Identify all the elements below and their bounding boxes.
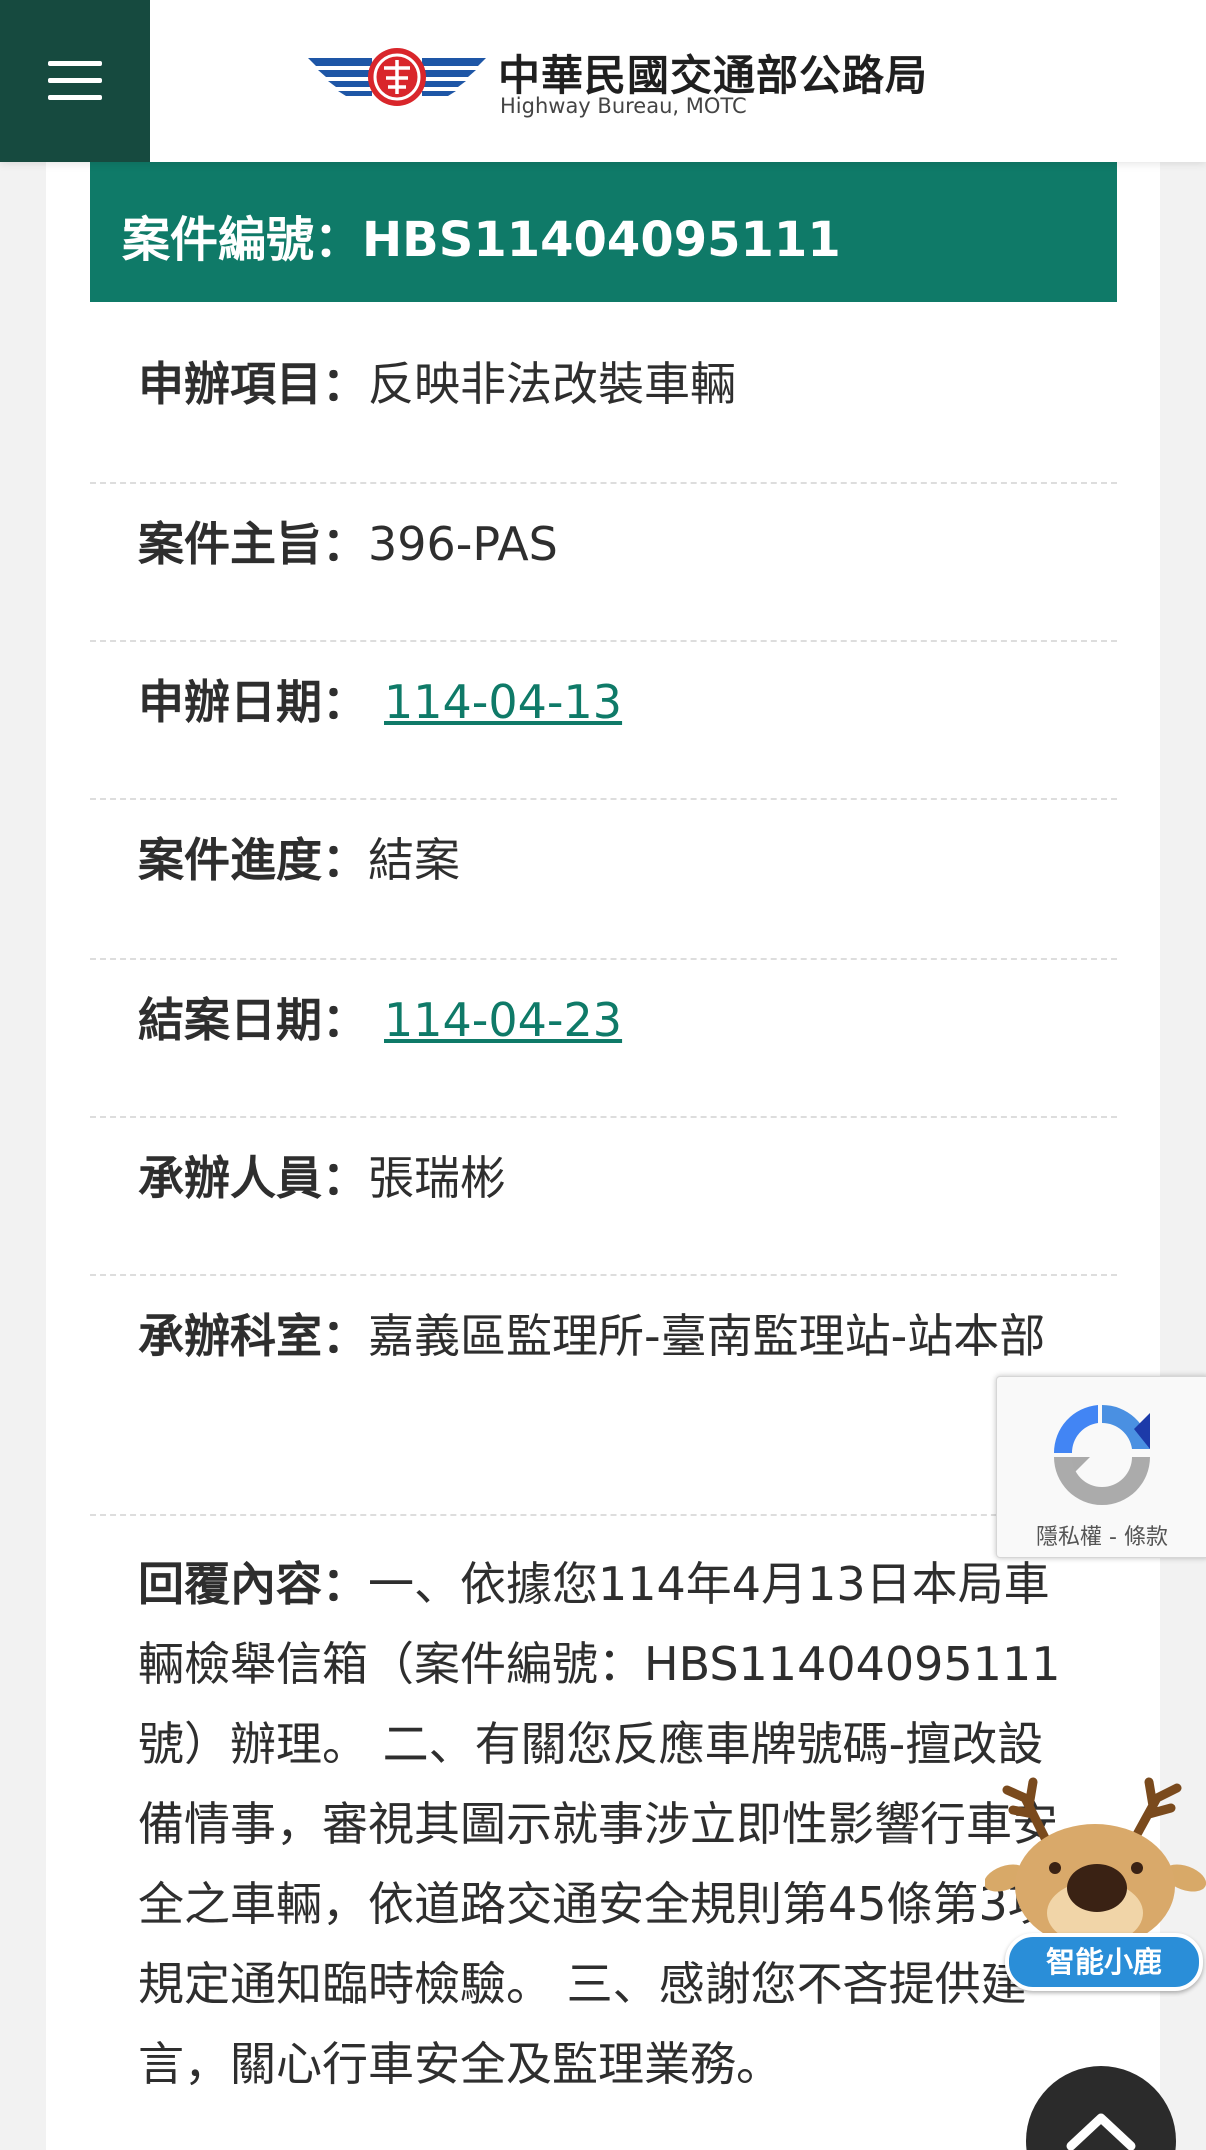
- detail-row-apply-date: 申辦日期： 114-04-13: [90, 640, 1117, 800]
- detail-row-service-item: 申辦項目：反映非法改裝車輛: [90, 322, 1117, 484]
- detail-row-handler: 承辦人員：張瑞彬: [90, 1116, 1117, 1276]
- chevron-up-icon: [1066, 2113, 1136, 2150]
- row-label: 回覆內容: [138, 1557, 322, 1611]
- detail-row-close-date: 結案日期： 114-04-23: [90, 958, 1117, 1118]
- logo-subtitle: Highway Bureau, MOTC: [500, 94, 747, 118]
- row-label: 申辦項目: [138, 357, 322, 411]
- row-value: 張瑞彬: [368, 1151, 506, 1205]
- row-label: 結案日期: [138, 993, 322, 1047]
- case-number-title: 案件編號：HBS11404095111: [122, 212, 841, 268]
- deer-mascot-icon: [985, 1777, 1206, 1948]
- row-label: 承辦科室: [138, 1309, 322, 1363]
- reply-content: 一、依據您114年4月13日本局車輛檢舉信箱（案件編號：HBS114040951…: [138, 1557, 1061, 2091]
- case-number-header: 案件編號：HBS11404095111: [90, 162, 1117, 302]
- detail-row-progress: 案件進度：結案: [90, 798, 1117, 960]
- menu-button[interactable]: [0, 0, 150, 162]
- apply-date-link[interactable]: 114-04-13: [384, 675, 622, 729]
- row-value: 反映非法改裝車輛: [368, 357, 736, 411]
- row-value: 嘉義區監理所-臺南監理站-站本部: [368, 1309, 1046, 1363]
- close-date-link[interactable]: 114-04-23: [384, 993, 622, 1047]
- row-label: 案件進度: [138, 833, 322, 887]
- row-value: 結案: [368, 833, 460, 887]
- recaptcha-privacy-terms[interactable]: 隱私權 - 條款: [997, 1519, 1206, 1551]
- row-label: 承辦人員: [138, 1151, 322, 1205]
- row-label: 案件主旨: [138, 517, 322, 571]
- site-logo[interactable]: 中華民國交通部公路局 Highway Bureau, MOTC: [302, 40, 927, 130]
- recaptcha-icon: [1053, 1404, 1150, 1505]
- row-label: 申辦日期: [138, 675, 322, 729]
- top-bar: 中華民國交通部公路局 Highway Bureau, MOTC: [0, 0, 1206, 162]
- row-value: 396-PAS: [368, 517, 558, 571]
- recaptcha-badge[interactable]: 隱私權 - 條款: [996, 1376, 1206, 1558]
- detail-row-reply: 回覆內容：一、依據您114年4月13日本局車輛檢舉信箱（案件編號：HBS1140…: [138, 1557, 1061, 2091]
- detail-row-subject: 案件主旨：396-PAS: [90, 482, 1117, 642]
- detail-row-department: 承辦科室：嘉義區監理所-臺南監理站-站本部: [90, 1274, 1117, 1516]
- smart-deer-label: 智能小鹿: [1005, 1933, 1203, 1991]
- page: 中華民國交通部公路局 Highway Bureau, MOTC 案件編號：HBS…: [0, 0, 1206, 2150]
- smart-deer-chatbot[interactable]: 智能小鹿: [985, 1768, 1206, 1993]
- highway-bureau-emblem-icon: [308, 48, 486, 106]
